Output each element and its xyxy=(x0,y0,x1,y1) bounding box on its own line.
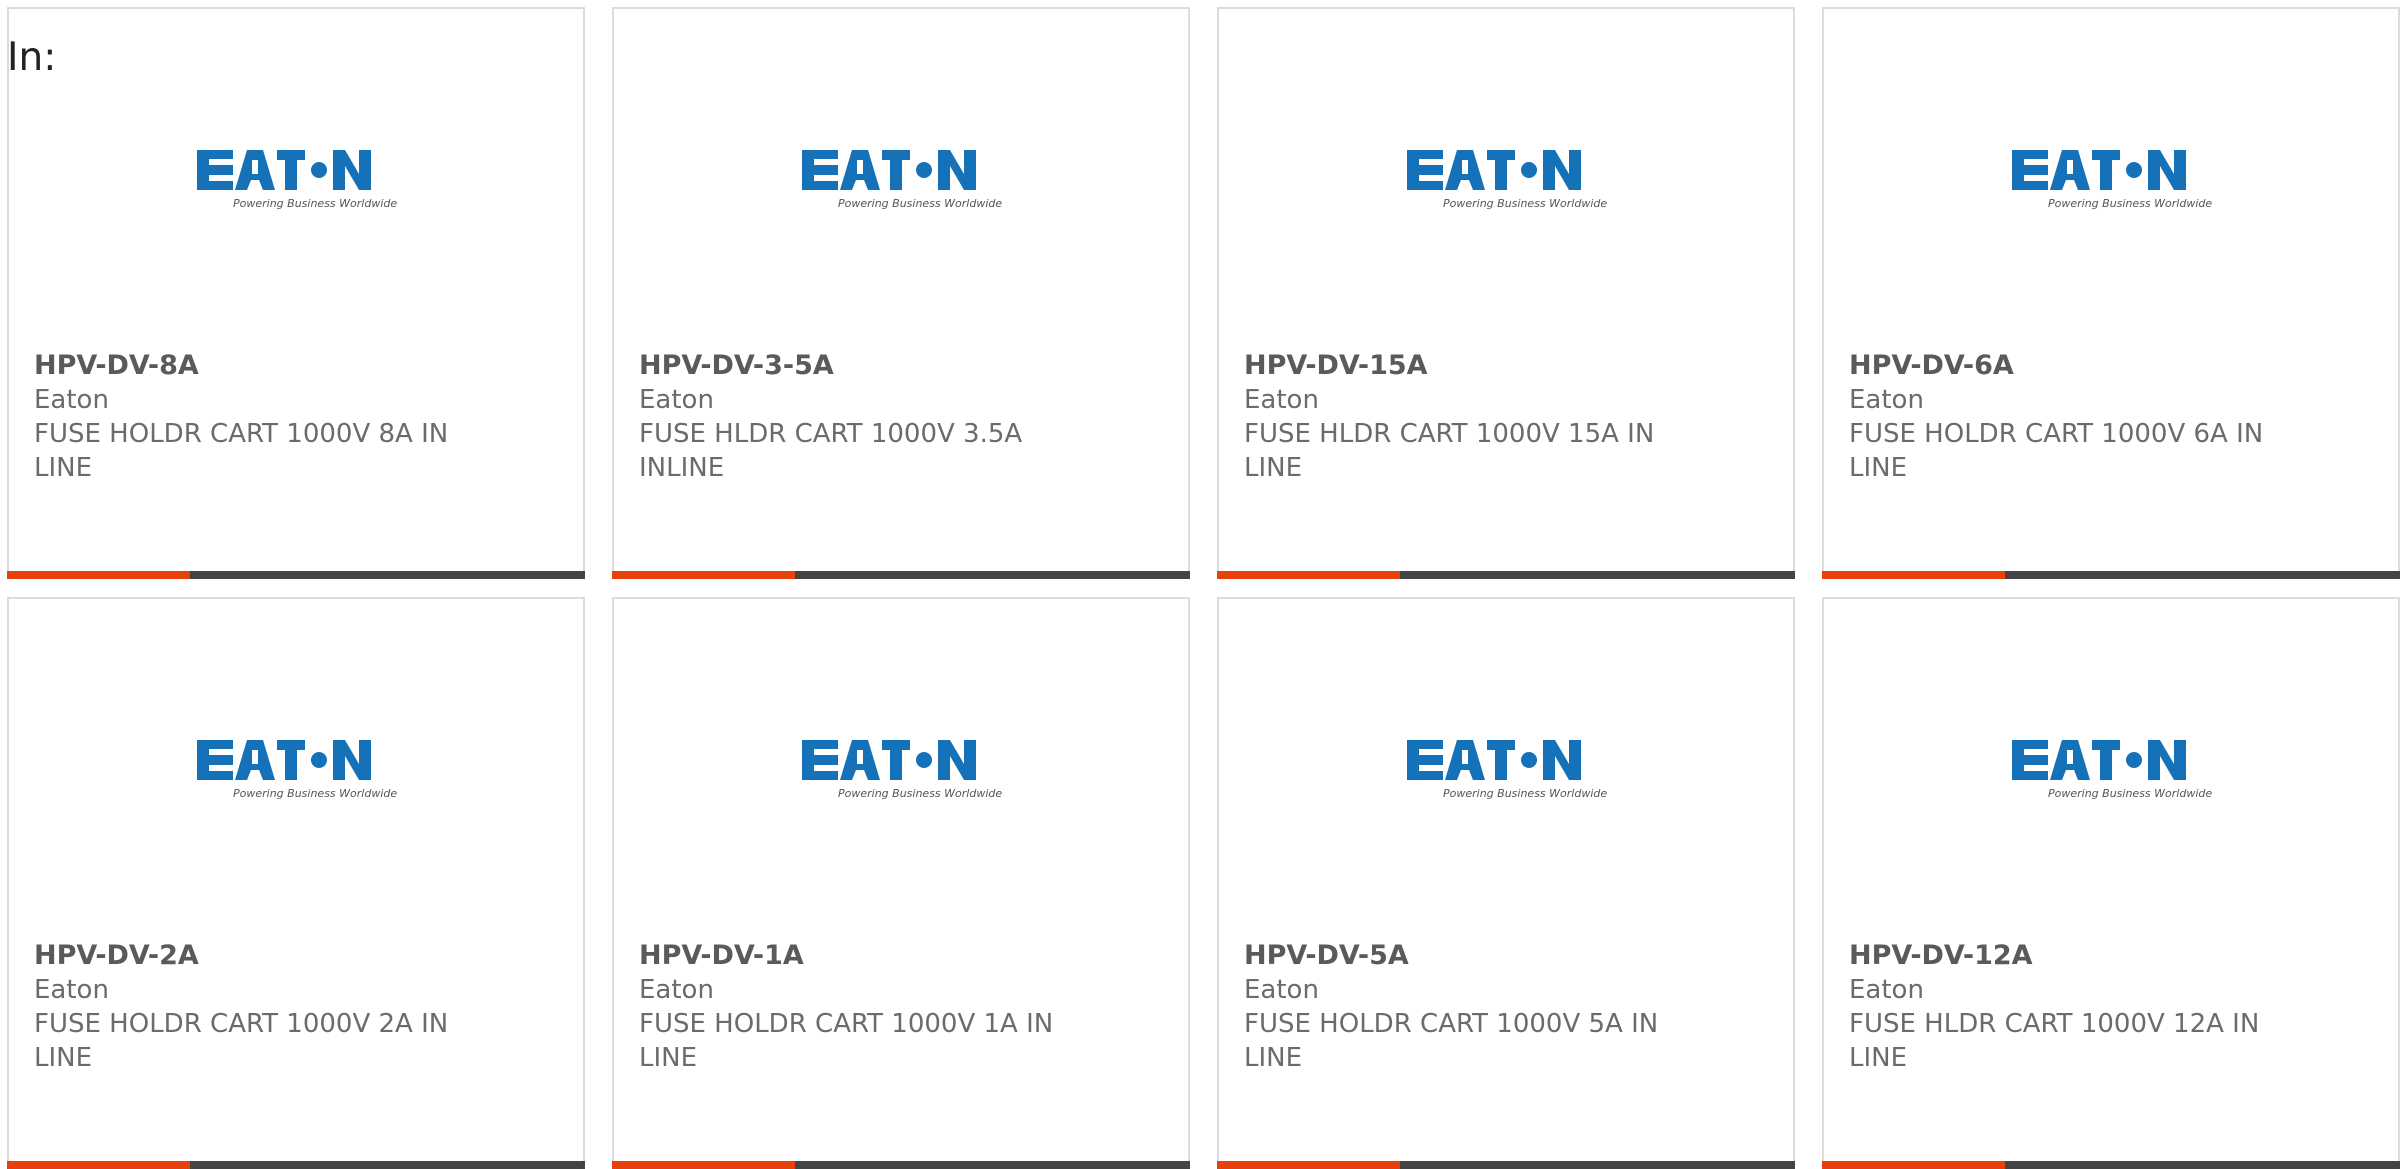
product-info: HPV-DV-6A Eaton FUSE HOLDR CART 1000V 6A… xyxy=(1849,349,2299,485)
part-number[interactable]: HPV-DV-3-5A xyxy=(639,349,1089,383)
eaton-logo-icon: Powering Business Worldwide xyxy=(197,740,397,800)
description: FUSE HLDR CART 1000V 15A IN LINE xyxy=(1244,419,1655,483)
eaton-logo: Powering Business Worldwide xyxy=(2010,734,2220,804)
eaton-logo: Powering Business Worldwide xyxy=(800,734,1010,804)
svg-text:Powering Business Worldwide: Powering Business Worldwide xyxy=(233,787,397,800)
card-footer-accent xyxy=(1822,1161,2005,1169)
product-card-hpv-dv-2a[interactable]: Powering Business Worldwide HPV-DV-2A Ea… xyxy=(7,597,585,1169)
product-card-hpv-dv-6a[interactable]: Powering Business Worldwide HPV-DV-6A Ea… xyxy=(1822,7,2400,579)
eaton-logo-icon: Powering Business Worldwide xyxy=(802,740,1002,800)
card-footer-bar xyxy=(612,571,1190,579)
manufacturer: Eaton xyxy=(34,385,109,415)
product-info: HPV-DV-3-5A Eaton FUSE HLDR CART 1000V 3… xyxy=(639,349,1089,485)
part-number[interactable]: HPV-DV-6A xyxy=(1849,349,2299,383)
eaton-logo-icon: Powering Business Worldwide xyxy=(802,150,1002,210)
card-footer-accent xyxy=(7,1161,190,1169)
card-footer-accent xyxy=(612,1161,795,1169)
part-number[interactable]: HPV-DV-2A xyxy=(34,939,484,973)
svg-text:Powering Business Worldwide: Powering Business Worldwide xyxy=(838,197,1002,210)
card-footer-bar xyxy=(7,571,585,579)
eaton-logo: Powering Business Worldwide xyxy=(1405,144,1615,214)
eaton-logo-icon: Powering Business Worldwide xyxy=(1407,740,1607,800)
product-info: HPV-DV-8A Eaton FUSE HOLDR CART 1000V 8A… xyxy=(34,349,484,485)
description: FUSE HOLDR CART 1000V 8A IN LINE xyxy=(34,419,449,483)
part-number[interactable]: HPV-DV-5A xyxy=(1244,939,1694,973)
card-footer-bar xyxy=(7,1161,585,1169)
eaton-logo-icon: Powering Business Worldwide xyxy=(2012,150,2212,210)
part-number[interactable]: HPV-DV-15A xyxy=(1244,349,1694,383)
product-info: HPV-DV-12A Eaton FUSE HLDR CART 1000V 12… xyxy=(1849,939,2299,1075)
svg-text:Powering Business Worldwide: Powering Business Worldwide xyxy=(838,787,1002,800)
svg-text:Powering Business Worldwide: Powering Business Worldwide xyxy=(2048,197,2212,210)
description: FUSE HOLDR CART 1000V 2A IN LINE xyxy=(34,1009,449,1073)
eaton-logo: Powering Business Worldwide xyxy=(195,144,405,214)
card-footer-accent xyxy=(1822,571,2005,579)
eaton-logo-icon: Powering Business Worldwide xyxy=(197,150,397,210)
product-card-hpv-dv-12a[interactable]: Powering Business Worldwide HPV-DV-12A E… xyxy=(1822,597,2400,1169)
description: FUSE HLDR CART 1000V 3.5A INLINE xyxy=(639,419,1023,483)
card-footer-accent xyxy=(612,571,795,579)
card-footer-accent xyxy=(1217,571,1400,579)
description: FUSE HOLDR CART 1000V 1A IN LINE xyxy=(639,1009,1054,1073)
card-footer-bar xyxy=(1822,571,2400,579)
svg-text:Powering Business Worldwide: Powering Business Worldwide xyxy=(233,197,397,210)
card-footer-accent xyxy=(1217,1161,1400,1169)
description: FUSE HOLDR CART 1000V 6A IN LINE xyxy=(1849,419,2264,483)
part-number[interactable]: HPV-DV-12A xyxy=(1849,939,2299,973)
manufacturer: Eaton xyxy=(639,385,714,415)
card-footer-accent xyxy=(7,571,190,579)
svg-text:Powering Business Worldwide: Powering Business Worldwide xyxy=(1443,197,1607,210)
product-info: HPV-DV-2A Eaton FUSE HOLDR CART 1000V 2A… xyxy=(34,939,484,1075)
eaton-logo: Powering Business Worldwide xyxy=(1405,734,1615,804)
card-footer-bar xyxy=(1217,571,1795,579)
eaton-logo: Powering Business Worldwide xyxy=(2010,144,2220,214)
card-footer-bar xyxy=(612,1161,1190,1169)
part-number[interactable]: HPV-DV-8A xyxy=(34,349,484,383)
product-info: HPV-DV-1A Eaton FUSE HOLDR CART 1000V 1A… xyxy=(639,939,1089,1075)
product-card-hpv-dv-5a[interactable]: Powering Business Worldwide HPV-DV-5A Ea… xyxy=(1217,597,1795,1169)
product-card-hpv-dv-1a[interactable]: Powering Business Worldwide HPV-DV-1A Ea… xyxy=(612,597,1190,1169)
product-card-hpv-dv-8a[interactable]: Powering Business Worldwide HPV-DV-8A Ea… xyxy=(7,7,585,579)
product-card-hpv-dv-3-5a[interactable]: Powering Business Worldwide HPV-DV-3-5A … xyxy=(612,7,1190,579)
description: FUSE HLDR CART 1000V 12A IN LINE xyxy=(1849,1009,2260,1073)
svg-text:Powering Business Worldwide: Powering Business Worldwide xyxy=(2048,787,2212,800)
eaton-logo-icon: Powering Business Worldwide xyxy=(1407,150,1607,210)
eaton-logo-icon: Powering Business Worldwide xyxy=(2012,740,2212,800)
part-number[interactable]: HPV-DV-1A xyxy=(639,939,1089,973)
svg-text:Powering Business Worldwide: Powering Business Worldwide xyxy=(1443,787,1607,800)
manufacturer: Eaton xyxy=(1244,385,1319,415)
description: FUSE HOLDR CART 1000V 5A IN LINE xyxy=(1244,1009,1659,1073)
product-card-hpv-dv-15a[interactable]: Powering Business Worldwide HPV-DV-15A E… xyxy=(1217,7,1795,579)
manufacturer: Eaton xyxy=(1849,975,1924,1005)
manufacturer: Eaton xyxy=(1244,975,1319,1005)
manufacturer: Eaton xyxy=(639,975,714,1005)
card-footer-bar xyxy=(1822,1161,2400,1169)
manufacturer: Eaton xyxy=(34,975,109,1005)
section-heading: In: xyxy=(7,35,57,80)
eaton-logo: Powering Business Worldwide xyxy=(195,734,405,804)
product-info: HPV-DV-5A Eaton FUSE HOLDR CART 1000V 5A… xyxy=(1244,939,1694,1075)
eaton-logo: Powering Business Worldwide xyxy=(800,144,1010,214)
product-info: HPV-DV-15A Eaton FUSE HLDR CART 1000V 15… xyxy=(1244,349,1694,485)
manufacturer: Eaton xyxy=(1849,385,1924,415)
card-footer-bar xyxy=(1217,1161,1795,1169)
